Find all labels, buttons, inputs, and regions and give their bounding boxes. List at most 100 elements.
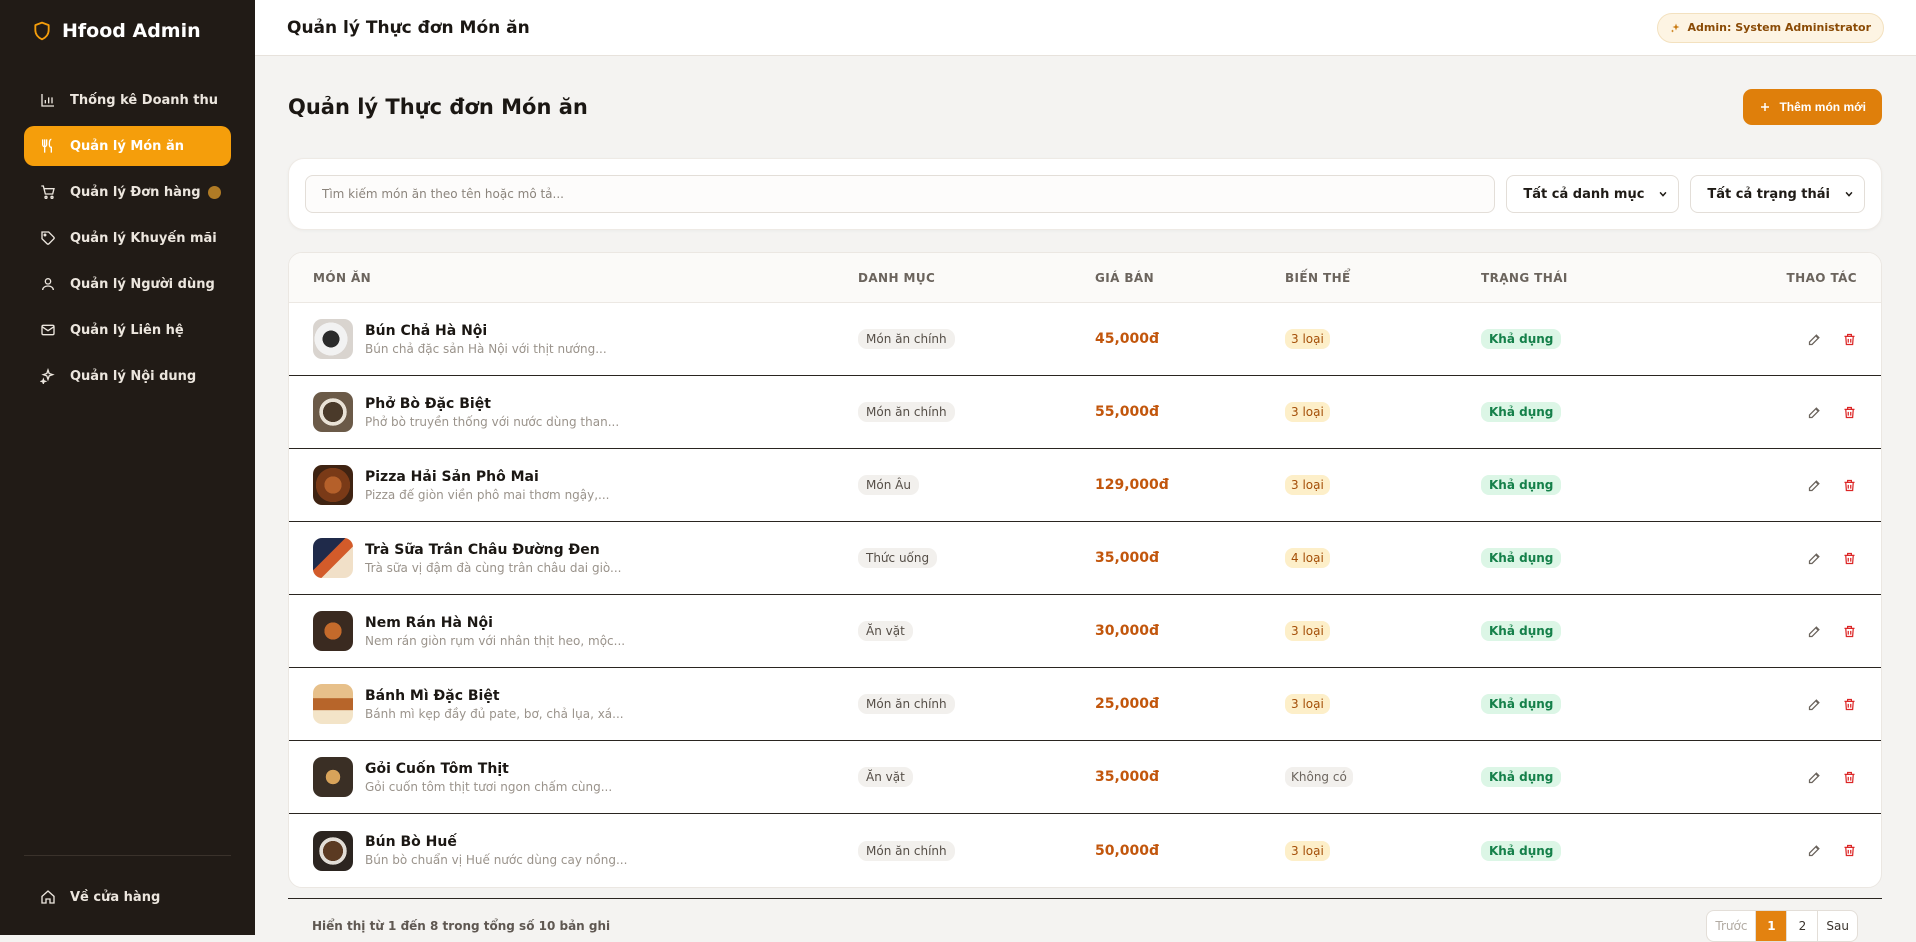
price: 45,000đ — [1095, 331, 1160, 347]
sidebar-item-content[interactable]: Quản lý Nội dung — [24, 356, 231, 396]
table-row: Phở Bò Đặc Biệt Phở bò truyền thống với … — [289, 376, 1881, 449]
sidebar-item-label: Quản lý Đơn hàng — [70, 184, 201, 200]
sparkles-icon — [1670, 23, 1680, 32]
price: 50,000đ — [1095, 842, 1160, 859]
price: 129,000đ — [1095, 477, 1169, 493]
dish-description: Nem rán giòn rụm với nhân thịt heo, mộc.… — [365, 633, 626, 648]
table-body: Bún Chả Hà Nội Bún chả đặc sản Hà Nội vớ… — [289, 303, 1881, 887]
status-cell: Khả dụng — [1481, 694, 1741, 714]
next-page-button[interactable]: Sau — [1817, 911, 1857, 941]
column-header-category[interactable]: DANH MỤC — [858, 271, 1095, 285]
actions-cell — [1741, 843, 1881, 858]
sidebar-item-label: Quản lý Liên hệ — [70, 322, 184, 338]
edit-icon[interactable] — [1807, 332, 1822, 347]
prev-page-button[interactable]: Trước — [1707, 911, 1755, 941]
category-cell: Món ăn chính — [858, 694, 1095, 714]
brand[interactable]: Hfood Admin — [0, 0, 255, 62]
dish-text: Gỏi Cuốn Tôm Thịt Gỏi cuốn tôm thịt tươi… — [365, 761, 612, 794]
mail-icon — [41, 324, 55, 336]
sidebar-item-label: Thống kê Doanh thu — [70, 92, 219, 108]
delete-icon[interactable] — [1842, 332, 1857, 347]
status-cell: Khả dụng — [1481, 840, 1741, 861]
edit-icon[interactable] — [1807, 624, 1822, 639]
edit-icon[interactable] — [1807, 551, 1822, 566]
dish-name: Gỏi Cuốn Tôm Thịt — [365, 760, 509, 777]
sidebar-item-revenue[interactable]: Thống kê Doanh thu — [24, 80, 231, 120]
page-button-2[interactable]: 2 — [1786, 911, 1817, 941]
brand-name: Hfood Admin — [62, 20, 201, 42]
edit-icon[interactable] — [1807, 697, 1822, 712]
price: 35,000đ — [1095, 550, 1160, 566]
pagination-summary: Hiển thị từ 1 đến 8 trong tổng số 10 bản… — [312, 919, 611, 933]
variants-cell: 3 loại — [1285, 329, 1481, 349]
utensils-icon — [42, 138, 52, 153]
delete-icon[interactable] — [1842, 697, 1857, 712]
sidebar-item-label: Quản lý Nội dung — [70, 368, 197, 384]
sidebar-divider — [24, 855, 231, 856]
back-to-store-link[interactable]: Về cửa hàng — [24, 877, 231, 917]
status-select[interactable]: Tất cả trạng thái — [1690, 175, 1865, 213]
table-header: MÓN ĂN DANH MỤC GIÁ BÁN BIẾN THỂ TRẠNG T… — [289, 253, 1881, 303]
category-cell: Thức uống — [858, 548, 1095, 568]
edit-icon[interactable] — [1807, 770, 1822, 785]
delete-icon[interactable] — [1842, 551, 1857, 566]
column-header-variants[interactable]: BIẾN THỂ — [1285, 271, 1481, 285]
status-badge: Khả dụng — [1481, 548, 1562, 568]
sidebar-item-orders[interactable]: Quản lý Đơn hàng — [24, 172, 231, 212]
variants-badge: 3 loại — [1285, 840, 1330, 861]
price-cell: 35,000đ — [1095, 769, 1285, 785]
price-cell: 50,000đ — [1095, 843, 1285, 859]
status-cell: Khả dụng — [1481, 548, 1741, 568]
pager: Trước 1 2 Sau — [1706, 910, 1858, 942]
delete-icon[interactable] — [1842, 624, 1857, 639]
search-input[interactable] — [305, 175, 1496, 213]
status-badge: Khả dụng — [1481, 840, 1562, 861]
topbar: Quản lý Thực đơn Món ăn Admin: System Ad… — [255, 0, 1916, 56]
price: 30,000đ — [1095, 623, 1160, 639]
variants-cell: 3 loại — [1285, 475, 1481, 495]
delete-icon[interactable] — [1842, 478, 1857, 493]
price-cell: 55,000đ — [1095, 404, 1285, 420]
column-header-price[interactable]: GIÁ BÁN — [1095, 271, 1285, 285]
add-dish-button[interactable]: Thêm món mới — [1743, 89, 1882, 125]
delete-icon[interactable] — [1842, 843, 1857, 858]
variants-badge: 3 loại — [1285, 402, 1330, 422]
category-cell: Ăn vặt — [858, 767, 1095, 787]
topbar-title: Quản lý Thực đơn Món ăn — [287, 17, 530, 38]
status-badge: Khả dụng — [1481, 621, 1562, 641]
table-row: Bánh Mì Đặc Biệt Bánh mì kẹp đầy đủ pate… — [289, 668, 1881, 741]
actions-cell — [1741, 332, 1881, 347]
status-badge: Khả dụng — [1481, 329, 1562, 349]
category-chip: Món Âu — [858, 475, 919, 495]
variants-cell: 3 loại — [1285, 694, 1481, 714]
dish-thumbnail — [313, 319, 353, 359]
delete-icon[interactable] — [1842, 770, 1857, 785]
dish-text: Pizza Hải Sản Phô Mai Pizza đế giòn viền… — [365, 469, 610, 502]
sidebar-item-users[interactable]: Quản lý Người dùng — [24, 264, 231, 304]
dish-cell: Phở Bò Đặc Biệt Phở bò truyền thống với … — [289, 392, 858, 432]
page-button-1[interactable]: 1 — [1755, 911, 1787, 941]
sidebar-item-promotions[interactable]: Quản lý Khuyến mãi — [24, 218, 231, 258]
chevron-down-icon — [1845, 191, 1853, 197]
category-chip: Thức uống — [858, 548, 938, 568]
price: 55,000đ — [1095, 404, 1160, 420]
sidebar-item-label: Quản lý Khuyến mãi — [70, 230, 217, 246]
column-header-status[interactable]: TRẠNG THÁI — [1481, 271, 1741, 285]
delete-icon[interactable] — [1842, 405, 1857, 420]
dish-thumbnail — [313, 538, 353, 578]
variants-badge: 3 loại — [1285, 475, 1330, 495]
dish-thumbnail — [313, 392, 353, 432]
category-select[interactable]: Tất cả danh mục — [1506, 175, 1680, 213]
sidebar-item-contacts[interactable]: Quản lý Liên hệ — [24, 310, 231, 350]
dish-description: Bún chả đặc sản Hà Nội với thịt nướng... — [365, 341, 607, 356]
table-row: Trà Sữa Trân Châu Đường Đen Trà sữa vị đ… — [289, 522, 1881, 595]
status-select-value: Tất cả trạng thái — [1707, 186, 1830, 202]
page-title: Quản lý Thực đơn Món ăn — [288, 95, 588, 119]
edit-icon[interactable] — [1807, 405, 1822, 420]
column-header-dish[interactable]: MÓN ĂN — [289, 271, 858, 285]
edit-icon[interactable] — [1807, 478, 1822, 493]
dish-description: Gỏi cuốn tôm thịt tươi ngon chấm cùng... — [365, 779, 613, 794]
edit-icon[interactable] — [1807, 843, 1822, 858]
sidebar-item-dishes[interactable]: Quản lý Món ăn — [24, 126, 231, 166]
sparkles-icon — [40, 368, 55, 384]
